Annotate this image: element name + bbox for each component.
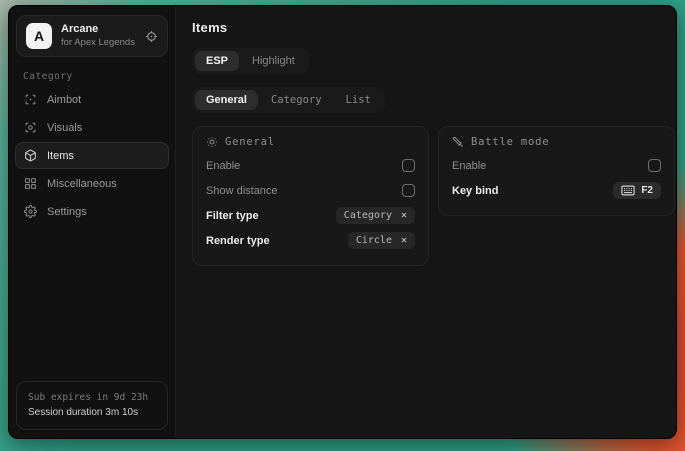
render-type-label: Render type	[206, 235, 270, 247]
render-type-value: Circle	[356, 235, 392, 246]
sun-icon	[206, 136, 218, 148]
app-subtitle: for Apex Legends	[61, 37, 136, 49]
aimbot-crosshair-icon	[24, 93, 37, 106]
sub-tab-group: General Category List	[192, 87, 385, 113]
show-distance-row: Show distance	[206, 178, 415, 203]
category-section-label: Category	[23, 71, 169, 82]
filter-type-label: Filter type	[206, 210, 259, 222]
tab-category[interactable]: Category	[260, 90, 333, 110]
enable-row: Enable	[206, 153, 415, 178]
sidebar: A Arcane for Apex Legends Category	[9, 6, 176, 438]
general-panel: General Enable Show distance Filter type…	[192, 126, 429, 266]
sidebar-nav: Aimbot Visuals Items	[15, 86, 169, 225]
sidebar-item-label: Settings	[47, 206, 87, 218]
sidebar-item-settings[interactable]: Settings	[15, 198, 169, 225]
key-bind-label: Key bind	[452, 185, 498, 197]
remove-filter-icon[interactable]: ✕	[401, 211, 407, 221]
filter-type-chip[interactable]: Category ✕	[336, 207, 415, 224]
render-type-row: Render type Circle ✕	[206, 228, 415, 253]
render-type-chip[interactable]: Circle ✕	[348, 232, 415, 249]
grid-icon	[24, 177, 37, 190]
tab-list[interactable]: List	[335, 90, 382, 110]
tab-highlight[interactable]: Highlight	[241, 51, 306, 71]
keyboard-icon	[621, 185, 635, 196]
sidebar-item-visuals[interactable]: Visuals	[15, 114, 169, 141]
app-name: Arcane	[61, 23, 136, 37]
sidebar-item-label: Miscellaneous	[47, 178, 117, 190]
battle-mode-panel: Battle mode Enable Key bind	[438, 126, 675, 216]
session-duration-text: Session duration 3m 10s	[28, 405, 156, 421]
mode-tab-group: ESP Highlight	[192, 48, 309, 74]
swords-icon	[452, 136, 464, 148]
package-icon	[24, 149, 37, 162]
panels-row: General Enable Show distance Filter type…	[192, 126, 675, 266]
key-bind-row: Key bind F2	[452, 178, 661, 203]
eye-scan-icon	[24, 121, 37, 134]
sidebar-item-label: Visuals	[47, 122, 82, 134]
app-logo: A	[26, 23, 52, 49]
crosshair-icon[interactable]	[145, 30, 158, 43]
app-window: A Arcane for Apex Legends Category	[8, 5, 677, 439]
battle-enable-row: Enable	[452, 153, 661, 178]
key-bind-value: F2	[641, 185, 653, 196]
remove-render-icon[interactable]: ✕	[401, 236, 407, 246]
sidebar-item-miscellaneous[interactable]: Miscellaneous	[15, 170, 169, 197]
page-title: Items	[192, 20, 675, 35]
sidebar-item-label: Items	[47, 150, 74, 162]
general-panel-title: General	[225, 136, 275, 148]
filter-type-row: Filter type Category ✕	[206, 203, 415, 228]
show-distance-checkbox[interactable]	[402, 184, 415, 197]
filter-type-value: Category	[344, 210, 392, 221]
tab-esp[interactable]: ESP	[195, 51, 239, 71]
brand-card: A Arcane for Apex Legends	[16, 15, 168, 57]
battle-enable-label: Enable	[452, 160, 486, 172]
gear-icon	[24, 205, 37, 218]
tab-general[interactable]: General	[195, 90, 258, 110]
sidebar-item-aimbot[interactable]: Aimbot	[15, 86, 169, 113]
sub-expires-text: Sub expires in 9d 23h	[28, 390, 156, 405]
main-content: Items ESP Highlight General Category Lis…	[176, 6, 677, 438]
battle-mode-panel-title: Battle mode	[471, 136, 549, 148]
sidebar-item-items[interactable]: Items	[15, 142, 169, 169]
enable-checkbox[interactable]	[402, 159, 415, 172]
subscription-card: Sub expires in 9d 23h Session duration 3…	[16, 381, 168, 430]
enable-label: Enable	[206, 160, 240, 172]
show-distance-label: Show distance	[206, 185, 278, 197]
sidebar-item-label: Aimbot	[47, 94, 81, 106]
key-bind-button[interactable]: F2	[613, 182, 661, 199]
battle-enable-checkbox[interactable]	[648, 159, 661, 172]
